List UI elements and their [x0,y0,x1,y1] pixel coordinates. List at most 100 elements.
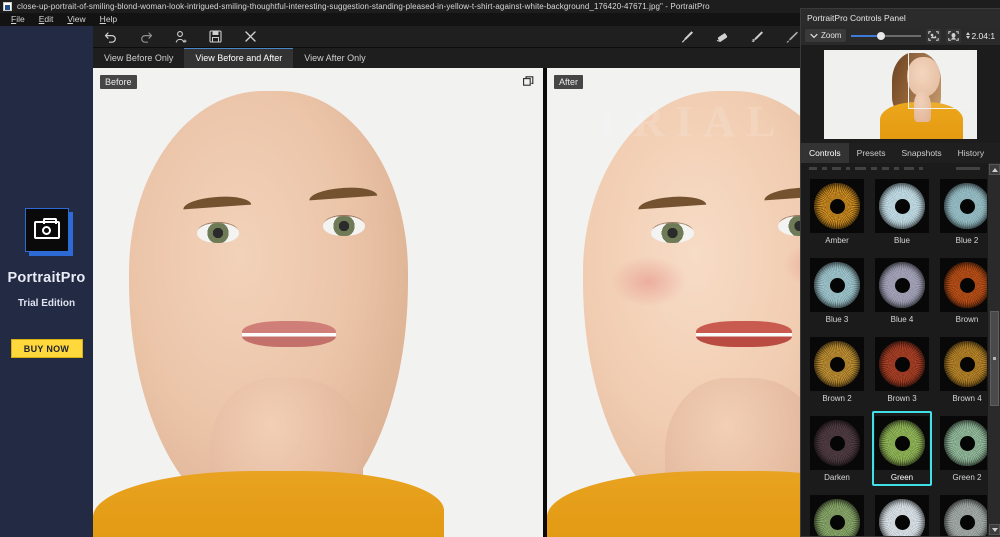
eye-preset-brown[interactable]: Brown [937,253,987,328]
iris-icon [879,341,925,387]
menu-item-help[interactable]: Help [93,13,124,26]
eye-preset-label: Brown 4 [952,394,982,403]
tab-view-before-and-after[interactable]: View Before and After [184,48,294,68]
eye-preset-label: Amber [825,236,849,245]
controls-panel-body: Amber Blue Blue 2 Blue 3 Blue 4 Brown Brown 2 B… [801,163,1000,536]
preset-scrollbar[interactable] [987,163,1000,536]
navigator-thumbnail[interactable] [824,50,977,139]
eye-preset-swatch [810,258,864,312]
zoom-ratio-value: 2.04:1 [971,30,996,41]
zoom-slider-knob[interactable] [876,31,885,40]
tab-history[interactable]: History [950,143,992,163]
eye-preset-green-2[interactable]: Green 2 [937,411,987,486]
after-lips [696,321,792,347]
menu-label-edit-rest: dit [44,14,54,24]
after-blush-left [610,255,688,308]
restore-brush-icon[interactable] [740,26,775,48]
eye-preset-blue-3[interactable]: Blue 3 [807,253,867,328]
eye-preset-label: Green [890,473,914,482]
menu-label-help-rest: elp [105,14,118,24]
eye-preset-grey[interactable]: Grey [872,490,932,536]
eye-preset-swatch [810,179,864,233]
eye-preset-label: Green 2 [952,473,982,482]
restore-window-icon[interactable] [522,75,535,88]
app-window-icon [3,2,12,11]
iris-icon [814,183,860,229]
zoom-ratio-stepper[interactable]: 2.04:1 [966,31,995,41]
spinner-updown-icon[interactable] [966,32,971,39]
eye-preset-list: Amber Blue Blue 2 Blue 3 Blue 4 Brown Brown 2 B… [801,163,987,536]
eye-preset-swatch [810,495,864,536]
iris-icon [879,183,925,229]
eye-preset-green[interactable]: Green [872,411,932,486]
eye-preset-brown-2[interactable]: Brown 2 [807,332,867,407]
eye-preset-swatch [875,179,929,233]
product-name: PortraitPro [7,270,86,286]
eye-preset-blue-2[interactable]: Blue 2 [937,174,987,249]
eye-preset-blue[interactable]: Blue [872,174,932,249]
left-sidebar: PortraitPro Trial Edition BUY NOW [0,26,93,537]
close-icon[interactable] [233,26,268,48]
zoom-dropdown-button[interactable]: Zoom [805,29,847,42]
eraser-icon[interactable] [705,26,740,48]
eye-preset-label: Brown 3 [887,394,917,403]
camera-icon [24,208,69,252]
menu-label-file-rest: ile [16,14,25,24]
before-image-pane[interactable]: Before [93,68,543,537]
controls-panel-title: PortraitPro Controls Panel [801,9,1000,26]
iris-icon [814,262,860,308]
eye-preset-amber[interactable]: Amber [807,174,867,249]
eye-preset-brown-4[interactable]: Brown 4 [937,332,987,407]
menu-label-view-rest: iew [72,14,86,24]
add-person-icon[interactable] [163,26,198,48]
eye-preset-swatch [875,337,929,391]
fit-face-icon[interactable] [946,28,962,43]
eye-preset-green-3[interactable]: Green 3 [807,490,867,536]
eye-preset-swatch [940,495,987,536]
brush-icon[interactable] [670,26,705,48]
eye-preset-grey-2[interactable]: Grey 2 [937,490,987,536]
undo-icon[interactable] [93,26,128,48]
iris-icon [944,262,987,308]
product-logo [24,208,73,256]
eye-preset-label: Blue [893,236,910,245]
iris-icon [879,420,925,466]
navigator-view-rectangle[interactable] [908,51,973,109]
navigator-panel [801,46,1000,143]
tab-presets[interactable]: Presets [849,143,894,163]
zoom-slider[interactable] [851,30,922,42]
iris-icon [944,420,987,466]
eye-preset-swatch [875,495,929,536]
iris-icon [814,341,860,387]
after-eye-left [651,222,695,243]
eye-preset-swatch [875,416,929,470]
scroll-down-arrow-icon[interactable] [989,524,1000,535]
iris-icon [944,499,987,536]
tab-snapshots[interactable]: Snapshots [893,143,949,163]
scroll-up-arrow-icon[interactable] [989,164,1000,175]
buy-now-button[interactable]: BUY NOW [10,339,83,358]
menu-item-view[interactable]: View [60,13,92,26]
iris-icon [814,499,860,536]
tab-view-before-only[interactable]: View Before Only [93,48,184,68]
scrollbar-thumb[interactable] [990,311,999,406]
toolbar-right-group [670,26,810,48]
redo-icon[interactable] [128,26,163,48]
iris-icon [879,499,925,536]
tab-view-after-only[interactable]: View After Only [293,48,376,68]
eye-preset-swatch [940,416,987,470]
eye-preset-label: Brown [955,315,979,324]
eye-preset-darken[interactable]: Darken [807,411,867,486]
after-label: After [554,75,584,89]
iris-icon [944,341,987,387]
save-icon[interactable] [198,26,233,48]
menu-item-file[interactable]: File [4,13,32,26]
fit-image-icon[interactable] [926,28,942,43]
eye-preset-blue-4[interactable]: Blue 4 [872,253,932,328]
camera-body-shape [33,218,60,239]
eye-preset-brown-3[interactable]: Brown 3 [872,332,932,407]
tab-controls[interactable]: Controls [801,143,849,163]
menu-item-edit[interactable]: Edit [32,13,61,26]
zoom-bar: Zoom 2.04:1 [801,26,1000,46]
controls-panel-tabs: Controls Presets Snapshots History [801,143,1000,163]
